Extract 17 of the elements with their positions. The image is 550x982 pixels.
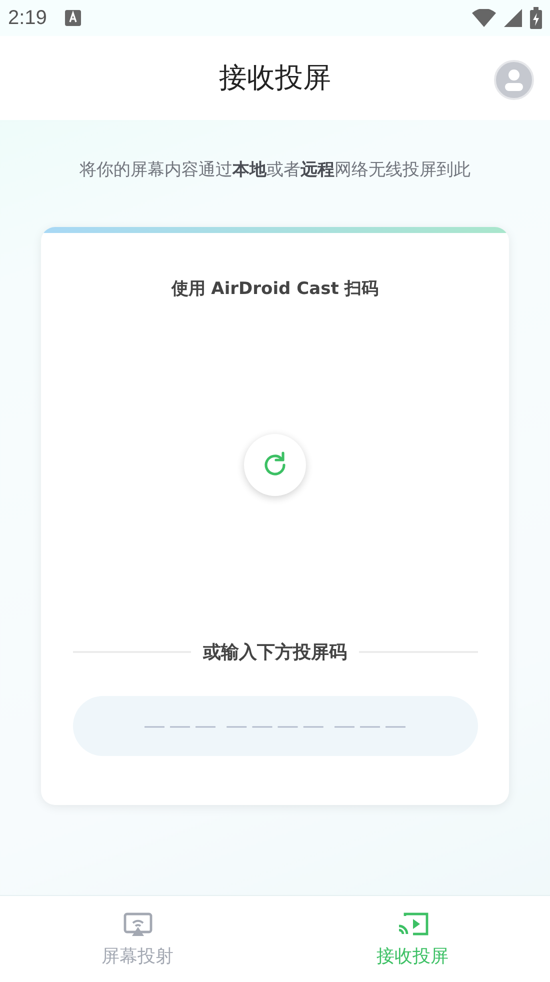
intro-text: 将你的屏幕内容通过本地或者远程网络无线投屏到此 [78, 159, 472, 181]
refresh-button[interactable] [244, 434, 306, 496]
person-icon [503, 68, 525, 92]
page-title: 接收投屏 [219, 60, 331, 96]
signal-icon [504, 9, 522, 27]
screen-cast-icon [122, 912, 152, 938]
nav-tab[interactable]: 屏幕投射 [0, 896, 275, 982]
cast-receive-icon [396, 912, 428, 938]
status-time: 2:19 [8, 6, 47, 30]
avatar-button[interactable] [494, 60, 534, 100]
keyboard-notification-icon [64, 10, 81, 26]
code-input-field[interactable]: — — — — — — — — — — [72, 696, 478, 756]
battery-icon [530, 7, 542, 29]
wifi-icon [472, 9, 496, 27]
nav-tab[interactable]: 接收投屏 [275, 896, 550, 982]
card-title: 使用 AirDroid Cast 扫码 [171, 278, 379, 300]
divider-label: 或输入下方投屏码 [203, 641, 347, 664]
